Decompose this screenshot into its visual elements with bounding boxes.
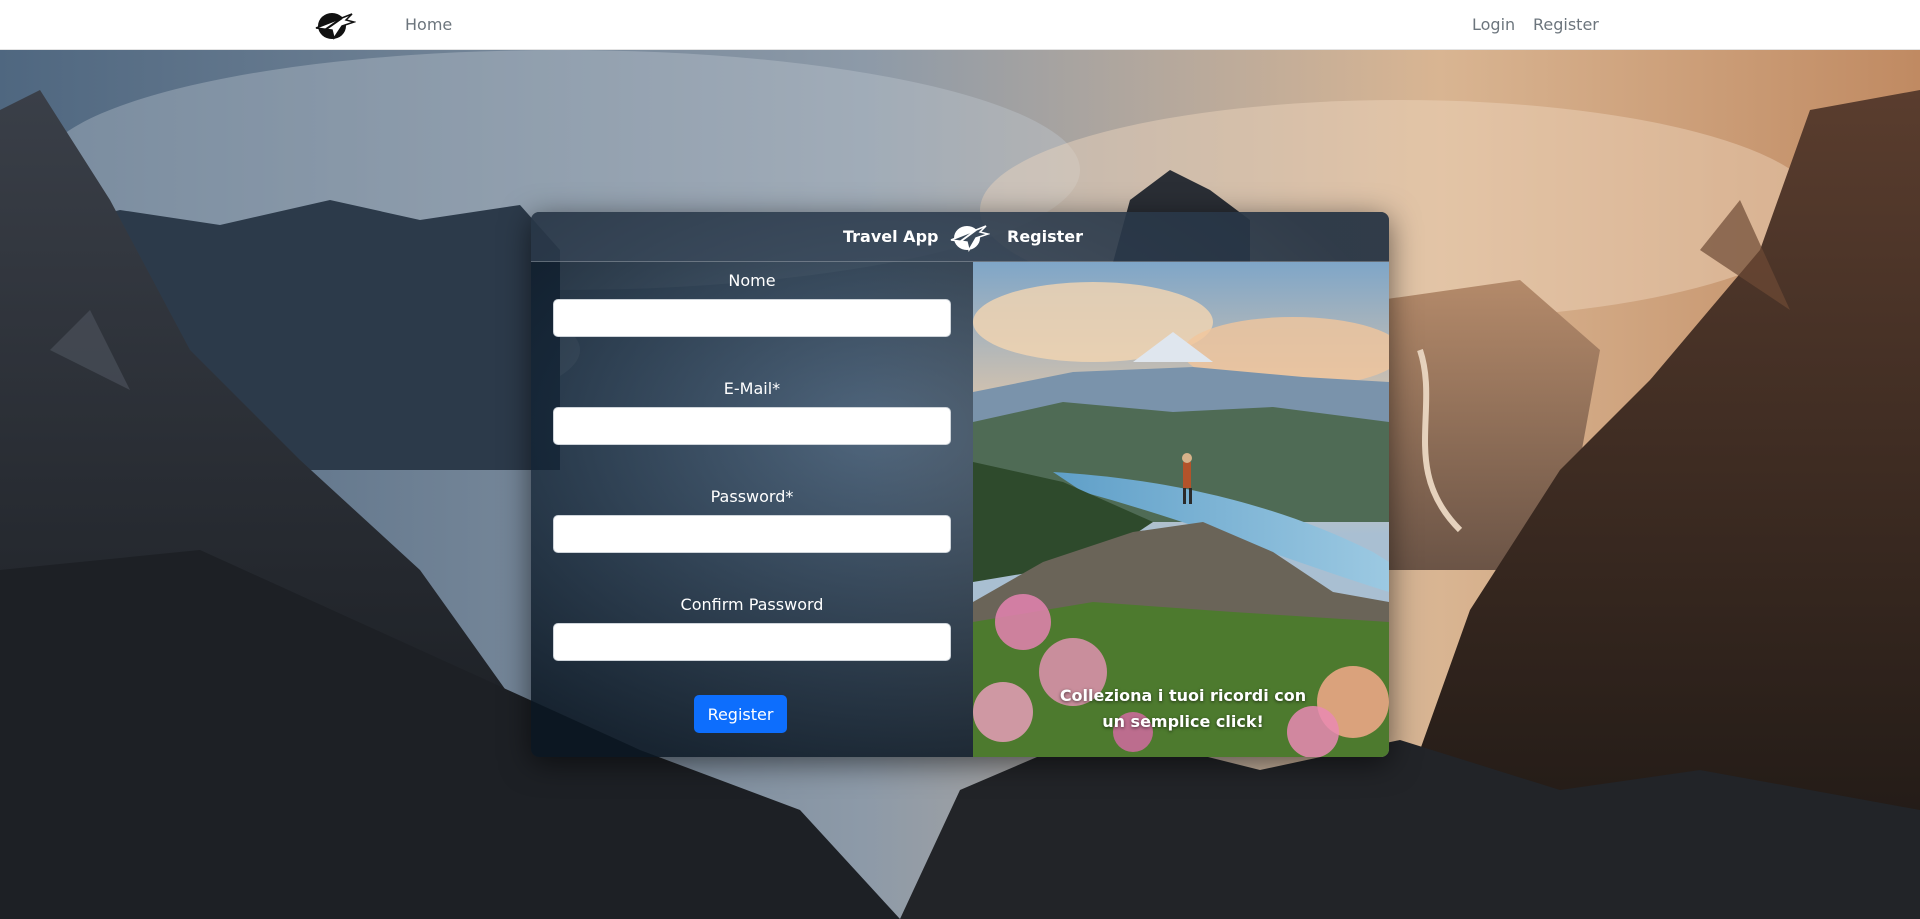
register-button[interactable]: Register: [694, 695, 787, 733]
password-label: Password*: [710, 487, 794, 506]
hiker-photo: Colleziona i tuoi ricordi con un semplic…: [973, 262, 1389, 757]
photo-caption: Colleziona i tuoi ricordi con un semplic…: [1033, 683, 1333, 735]
card-title: Travel App: [843, 227, 939, 246]
nome-label: Nome: [728, 271, 776, 290]
caption-line-1: Colleziona i tuoi ricordi con: [1059, 686, 1307, 705]
nav-home-link[interactable]: Home: [405, 15, 452, 34]
register-card: Travel App Register Nome E-Mail* Passwor…: [531, 212, 1389, 757]
astronaut-plane-logo-icon: [950, 225, 990, 252]
confirm-password-field[interactable]: [553, 623, 951, 661]
confirm-password-label: Confirm Password: [680, 595, 824, 614]
navbar: Home Login Register: [0, 0, 1920, 50]
email-field[interactable]: [553, 407, 951, 445]
password-field[interactable]: [553, 515, 951, 553]
caption-line-2: un semplice click!: [1102, 712, 1264, 731]
card-subtitle: Register: [1007, 227, 1084, 246]
nav-login-link[interactable]: Login: [1472, 15, 1515, 34]
email-label: E-Mail*: [723, 379, 781, 398]
nome-field[interactable]: [553, 299, 951, 337]
astronaut-plane-logo-icon[interactable]: [312, 8, 356, 42]
nav-register-link[interactable]: Register: [1533, 15, 1599, 34]
card-header: Travel App Register: [531, 212, 1389, 262]
